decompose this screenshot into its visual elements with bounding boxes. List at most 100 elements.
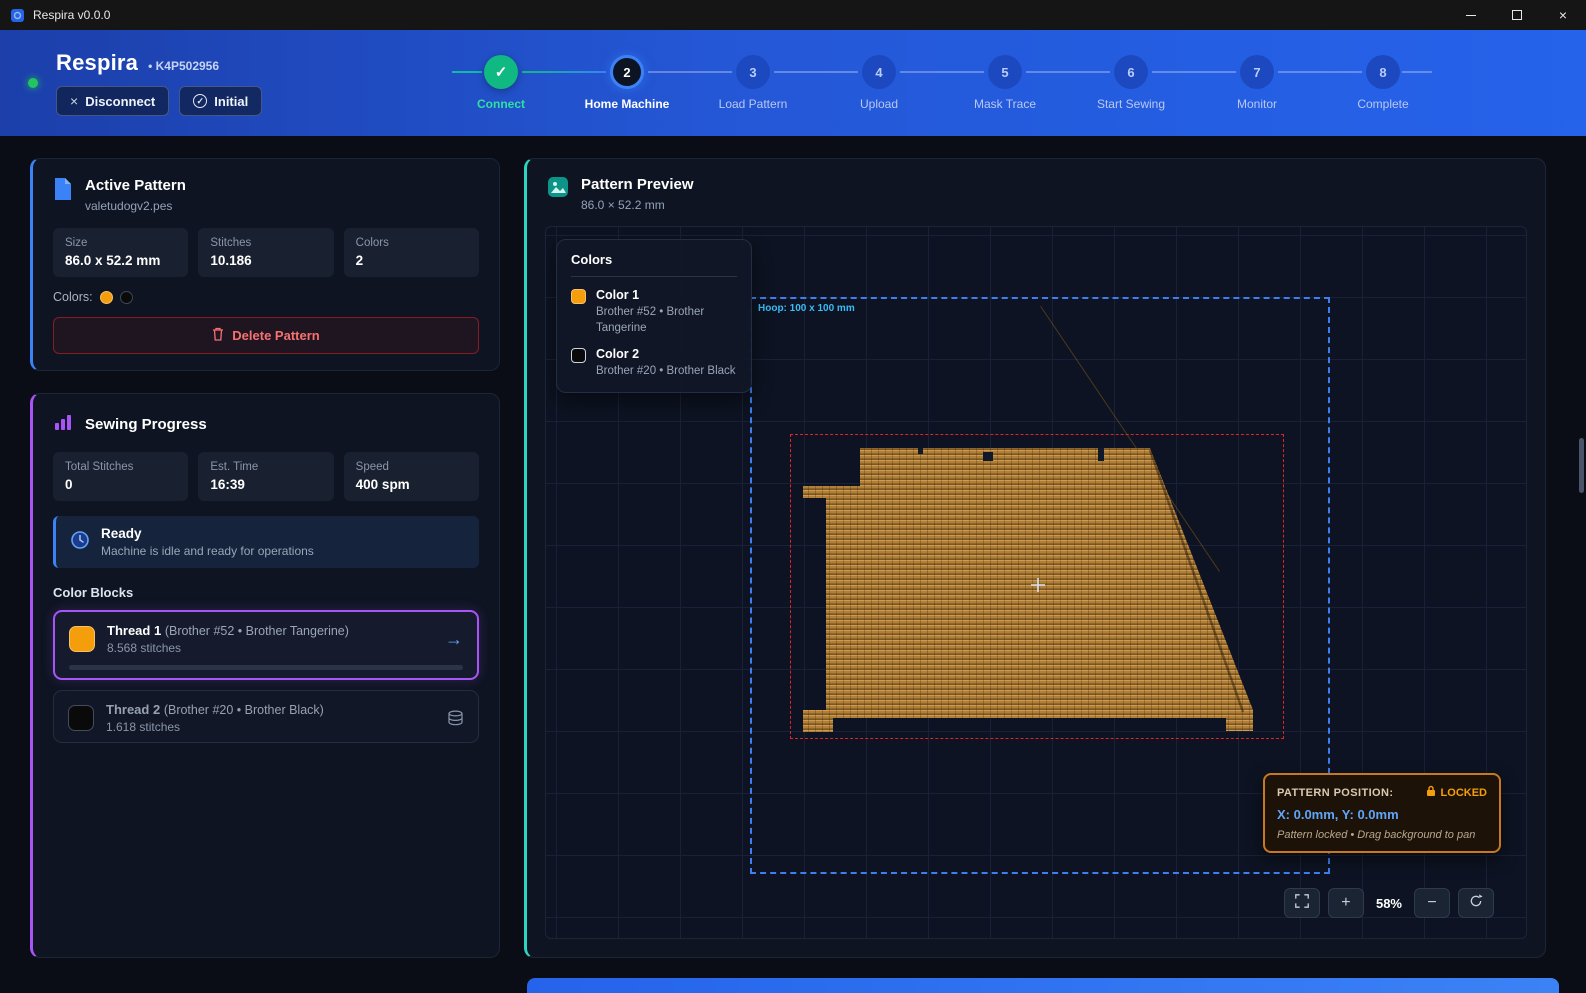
check-circle-icon: ✓: [193, 94, 207, 108]
disconnect-x-icon: ×: [70, 93, 78, 109]
bar-chart-icon: [53, 412, 73, 437]
zoom-fit-button[interactable]: [1284, 888, 1320, 918]
preview-canvas[interactable]: Hoop: 100 x 100 mm: [545, 226, 1527, 939]
pattern-position-overlay: PATTERN POSITION: LOCKED X: 0.0mm, Y: 0.…: [1263, 773, 1501, 853]
stat-label: Colors: [356, 237, 467, 249]
maximize-button[interactable]: [1494, 0, 1540, 30]
locked-label: LOCKED: [1441, 787, 1487, 799]
file-icon: [53, 177, 73, 206]
stat-value: 16:39: [210, 477, 321, 492]
zoom-in-button[interactable]: +: [1328, 888, 1364, 918]
zoom-reset-button[interactable]: [1458, 888, 1494, 918]
minimize-button[interactable]: [1448, 0, 1494, 30]
refresh-icon: [1469, 894, 1483, 913]
position-title: PATTERN POSITION:: [1277, 787, 1393, 799]
preview-dimensions: 86.0 × 52.2 mm: [581, 198, 694, 212]
minus-icon: −: [1427, 894, 1436, 912]
step-label: Complete: [1357, 97, 1408, 111]
thread-detail: (Brother #52 • Brother Tangerine): [165, 624, 349, 638]
colors-label: Colors:: [53, 290, 93, 304]
step-number: 6: [1114, 55, 1148, 89]
status-subtitle: Machine is idle and ready for operations: [101, 544, 314, 558]
pattern-preview-card: Pattern Preview 86.0 × 52.2 mm Hoop: 100…: [524, 158, 1546, 958]
stat-label: Est. Time: [210, 461, 321, 473]
center-crosshair: [1029, 576, 1047, 599]
thread-row-2[interactable]: Thread 2 (Brother #20 • Brother Black) 1…: [53, 690, 479, 743]
stat-speed: Speed 400 spm: [344, 452, 479, 501]
left-column: Active Pattern valetudogv2.pes Size 86.0…: [30, 158, 500, 958]
plus-icon: +: [1341, 894, 1350, 912]
image-icon: [547, 176, 569, 203]
fit-screen-icon: [1295, 894, 1309, 913]
stat-label: Total Stitches: [65, 461, 176, 473]
step-load-pattern[interactable]: 3 Load Pattern: [690, 55, 816, 111]
workflow-stepper: ✓ Connect 2 Home Machine 3 Load Pattern …: [438, 55, 1446, 111]
step-mask-trace[interactable]: 5 Mask Trace: [942, 55, 1068, 111]
step-label: Monitor: [1237, 97, 1277, 111]
thread-swatch-black: [68, 705, 94, 731]
color-dot-tangerine: [100, 291, 113, 304]
main-content: Active Pattern valetudogv2.pes Size 86.0…: [0, 136, 1586, 993]
embroidery-pattern[interactable]: [798, 440, 1256, 740]
step-upload[interactable]: 4 Upload: [816, 55, 942, 111]
minimize-icon: [1466, 15, 1476, 16]
step-connect[interactable]: ✓ Connect: [438, 55, 564, 111]
color-item-2: Color 2 Brother #20 • Brother Black: [571, 347, 737, 380]
disconnect-label: Disconnect: [85, 94, 155, 109]
thread-stitches: 8.568 stitches: [107, 641, 349, 655]
maximize-icon: [1512, 10, 1522, 20]
next-section-peek: [527, 978, 1559, 993]
app-window: Respira v0.0.0 × Respira • K4P502956 × D…: [0, 0, 1586, 993]
stat-label: Speed: [356, 461, 467, 473]
sewing-progress-card: Sewing Progress Total Stitches 0 Est. Ti…: [30, 393, 500, 958]
initial-button[interactable]: ✓ Initial: [179, 86, 262, 116]
app-name: Respira: [56, 50, 138, 76]
step-label: Start Sewing: [1097, 97, 1165, 111]
zoom-out-button[interactable]: −: [1414, 888, 1450, 918]
layers-stack-icon: [447, 710, 464, 726]
step-monitor[interactable]: 7 Monitor: [1194, 55, 1320, 111]
thread-progress-track: [69, 665, 463, 670]
color-swatch-tangerine: [571, 289, 586, 304]
thread-row-1[interactable]: Thread 1 (Brother #52 • Brother Tangerin…: [53, 610, 479, 680]
step-number: 7: [1240, 55, 1274, 89]
arrow-right-icon: →: [445, 629, 463, 650]
step-number: 5: [988, 55, 1022, 89]
sewing-progress-title: Sewing Progress: [85, 416, 207, 433]
app-icon: [10, 8, 25, 23]
active-pattern-card: Active Pattern valetudogv2.pes Size 86.0…: [30, 158, 500, 371]
step-home-machine[interactable]: 2 Home Machine: [564, 55, 690, 111]
stat-total-stitches: Total Stitches 0: [53, 452, 188, 501]
color-swatch-black: [571, 348, 586, 363]
active-pattern-title: Active Pattern: [85, 177, 186, 194]
step-number: 4: [862, 55, 896, 89]
step-label: Upload: [860, 97, 898, 111]
step-complete-check-icon: ✓: [484, 55, 518, 89]
machine-status-banner: Ready Machine is idle and ready for oper…: [53, 516, 479, 568]
window-controls: ×: [1448, 0, 1586, 30]
preview-title: Pattern Preview: [581, 176, 694, 193]
initial-label: Initial: [214, 94, 248, 109]
step-label: Load Pattern: [719, 97, 788, 111]
stepper-trail-line: [1402, 71, 1432, 73]
stat-label: Stitches: [210, 237, 321, 249]
step-label: Mask Trace: [974, 97, 1036, 111]
thread-name: Thread 1: [107, 623, 161, 638]
delete-pattern-button[interactable]: Delete Pattern: [53, 317, 479, 354]
color-name: Color 1: [596, 288, 737, 302]
connection-status-dot: [28, 78, 38, 88]
stat-value: 0: [65, 477, 176, 492]
pattern-filename: valetudogv2.pes: [85, 199, 186, 213]
disconnect-button[interactable]: × Disconnect: [56, 86, 169, 116]
step-start-sewing[interactable]: 6 Start Sewing: [1068, 55, 1194, 111]
step-label: Connect: [477, 97, 525, 111]
thread-stitches: 1.618 stitches: [106, 720, 324, 734]
titlebar: Respira v0.0.0 ×: [0, 0, 1586, 30]
step-complete[interactable]: 8 Complete: [1320, 55, 1446, 111]
colors-panel: Colors Color 1 Brother #52 • Brother Tan…: [556, 239, 752, 393]
step-label: Home Machine: [585, 97, 670, 111]
position-hint: Pattern locked • Drag background to pan: [1277, 829, 1487, 841]
close-button[interactable]: ×: [1540, 0, 1586, 30]
trash-icon: [212, 327, 224, 344]
scrollbar-thumb[interactable]: [1579, 438, 1584, 493]
